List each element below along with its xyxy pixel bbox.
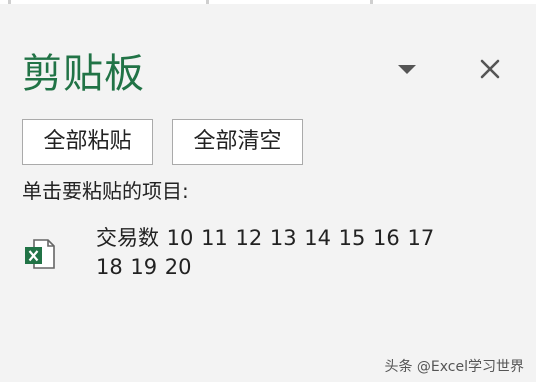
close-pane-button[interactable] bbox=[476, 55, 504, 83]
paste-all-button[interactable]: 全部粘贴 bbox=[22, 119, 153, 165]
window-top-strip bbox=[0, 0, 536, 4]
clipboard-item[interactable]: 交易数 10 11 12 13 14 15 16 17 18 19 20 bbox=[18, 220, 488, 290]
tab-divider bbox=[8, 0, 11, 4]
watermark: 头条 @Excel学习世界 bbox=[384, 359, 524, 375]
clipboard-item-text: 交易数 10 11 12 13 14 15 16 17 18 19 20 bbox=[96, 226, 435, 279]
close-icon bbox=[480, 59, 500, 79]
excel-icon bbox=[22, 236, 58, 272]
tab-divider bbox=[370, 0, 373, 4]
pane-title: 剪贴板 bbox=[22, 51, 145, 97]
clear-all-button[interactable]: 全部清空 bbox=[172, 119, 303, 165]
clipboard-hint: 单击要粘贴的项目: bbox=[22, 179, 189, 203]
tab-divider bbox=[206, 0, 209, 4]
pane-options-button[interactable] bbox=[394, 58, 420, 80]
triangle-down-icon bbox=[398, 65, 416, 74]
